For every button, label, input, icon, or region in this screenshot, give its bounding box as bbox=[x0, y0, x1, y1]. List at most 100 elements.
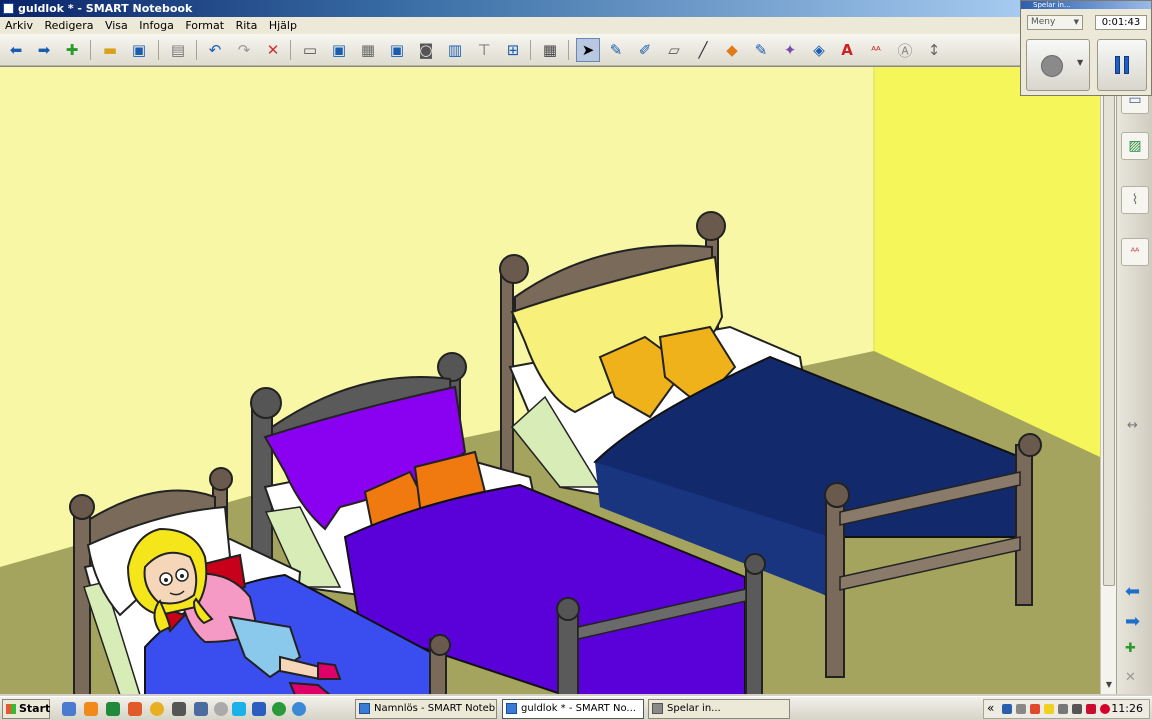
toolbar-divider bbox=[158, 40, 159, 60]
select-icon[interactable]: ➤ bbox=[576, 38, 600, 62]
tray-icon[interactable] bbox=[1002, 704, 1012, 714]
task-label: Spelar in... bbox=[667, 703, 721, 714]
table-icon[interactable]: ▦ bbox=[538, 38, 562, 62]
quicktime-icon[interactable] bbox=[194, 702, 208, 716]
task-recorder[interactable]: Spelar in... bbox=[648, 699, 790, 719]
screen-view-icon[interactable]: ▣ bbox=[385, 38, 409, 62]
back-icon[interactable]: ⬅ bbox=[4, 38, 28, 62]
double-arrow-icon[interactable]: ↔ bbox=[1127, 418, 1138, 433]
scroll-down-icon[interactable]: ▼ bbox=[1103, 680, 1115, 690]
toolbar: ⬅ ➡ ✚ ▬ ▣ ▤ ↶ ↷ ✕ ▭ ▣ ▦ ▣ ◙ ▥ ⊤ ⊞ ▦ ➤ ✎ … bbox=[0, 34, 1020, 66]
recorder-menu-dropdown[interactable]: Meny ▼ bbox=[1027, 15, 1083, 30]
redo-icon[interactable]: ↷ bbox=[232, 38, 256, 62]
notepad-icon[interactable] bbox=[172, 702, 186, 716]
windows-logo-icon bbox=[6, 704, 16, 714]
side-tab-bar: ▭ ▨ ⌇ ᴬᴬ ↔ ⬅ ➡ ✚ ✕ bbox=[1116, 66, 1152, 694]
next-page-icon[interactable]: ➡ bbox=[1125, 611, 1140, 632]
recorder-window: Spelar in... Meny ▼ 0:01:43 ▼ bbox=[1020, 0, 1152, 96]
recorder-menu-label: Meny bbox=[1031, 17, 1056, 27]
eraser-icon[interactable]: ▱ bbox=[662, 38, 686, 62]
tray-icon[interactable] bbox=[1086, 704, 1096, 714]
toolbar-divider bbox=[90, 40, 91, 60]
measurement-tools-icon[interactable]: ⊤ bbox=[472, 38, 496, 62]
text-color-icon[interactable]: ◈ bbox=[807, 38, 831, 62]
menu-format[interactable]: Format bbox=[185, 19, 224, 32]
tray-collapse-button[interactable]: « bbox=[987, 701, 994, 715]
taskbar: Start Namnlös - SMART Noteb... guldlok *… bbox=[0, 696, 1152, 720]
toolbar-divider bbox=[530, 40, 531, 60]
record-button[interactable]: ▼ bbox=[1026, 39, 1090, 91]
move-toolbar-icon[interactable]: ↕ bbox=[922, 38, 946, 62]
text-icon[interactable]: A bbox=[835, 38, 859, 62]
notebook-icon bbox=[506, 703, 517, 714]
internet-explorer-icon[interactable] bbox=[292, 702, 306, 716]
vlc-icon[interactable] bbox=[84, 702, 98, 716]
open-icon[interactable]: ▬ bbox=[98, 38, 122, 62]
screen-shade-icon[interactable]: ▭ bbox=[298, 38, 322, 62]
previous-page-icon[interactable]: ⬅ bbox=[1125, 581, 1140, 602]
powerpoint-icon[interactable] bbox=[128, 702, 142, 716]
tray-icon[interactable] bbox=[1044, 704, 1054, 714]
menu-rita[interactable]: Rita bbox=[236, 19, 258, 32]
volume-icon[interactable] bbox=[1072, 704, 1082, 714]
transparent-background-icon[interactable]: ▦ bbox=[356, 38, 380, 62]
recorder-icon bbox=[652, 703, 663, 714]
quicklaunch-icon[interactable] bbox=[62, 702, 76, 716]
tray-icon[interactable] bbox=[1016, 704, 1026, 714]
shapes-icon[interactable]: ◆ bbox=[720, 38, 744, 62]
magic-pen-icon[interactable]: ✎ bbox=[749, 38, 773, 62]
menu-infoga[interactable]: Infoga bbox=[139, 19, 174, 32]
tray-icon[interactable] bbox=[1100, 704, 1110, 714]
start-button[interactable]: Start bbox=[2, 699, 50, 719]
document-camera-icon[interactable]: ▥ bbox=[443, 38, 467, 62]
more-icon[interactable]: Ⓐ bbox=[893, 38, 917, 62]
delete-icon[interactable]: ✕ bbox=[261, 38, 285, 62]
paste-icon[interactable]: ▤ bbox=[166, 38, 190, 62]
pause-icon bbox=[1115, 56, 1120, 74]
skype-icon[interactable] bbox=[232, 702, 246, 716]
vertical-scrollbar[interactable]: ▲ ▼ bbox=[1100, 66, 1116, 694]
title-bar: guldlok * - SMART Notebook bbox=[0, 0, 1020, 17]
scroll-thumb[interactable] bbox=[1103, 90, 1115, 586]
whiteboard-canvas[interactable] bbox=[0, 66, 1116, 694]
undo-icon[interactable]: ↶ bbox=[203, 38, 227, 62]
app-icon bbox=[3, 3, 14, 14]
menu-arkiv[interactable]: Arkiv bbox=[5, 19, 33, 32]
add-page-icon[interactable]: ✚ bbox=[60, 38, 84, 62]
capture-icon[interactable]: ◙ bbox=[414, 38, 438, 62]
task-namnlos[interactable]: Namnlös - SMART Noteb... bbox=[355, 699, 497, 719]
chrome-icon[interactable] bbox=[272, 702, 286, 716]
full-screen-icon[interactable]: ▣ bbox=[327, 38, 351, 62]
record-options-chevron-icon[interactable]: ▼ bbox=[1077, 58, 1083, 67]
pause-button[interactable] bbox=[1097, 39, 1147, 91]
add-page-side-icon[interactable]: ✚ bbox=[1125, 641, 1136, 656]
properties-tab-icon[interactable]: ᴬᴬ bbox=[1121, 238, 1149, 266]
fill-icon[interactable]: ✦ bbox=[778, 38, 802, 62]
properties-icon[interactable]: ⊞ bbox=[501, 38, 525, 62]
tray-icon[interactable] bbox=[1058, 704, 1068, 714]
creative-pen-icon[interactable]: ✐ bbox=[633, 38, 657, 62]
task-guldlok[interactable]: guldlok * - SMART No... bbox=[502, 699, 644, 719]
notebook-icon bbox=[359, 703, 370, 714]
menu-redigera[interactable]: Redigera bbox=[44, 19, 93, 32]
picasa-icon[interactable] bbox=[150, 702, 164, 716]
pen-icon[interactable]: ✎ bbox=[604, 38, 628, 62]
recorder-title: Spelar in... bbox=[1021, 1, 1151, 9]
attachments-icon[interactable]: ⌇ bbox=[1121, 186, 1149, 214]
toolbar-divider bbox=[290, 40, 291, 60]
excel-icon[interactable] bbox=[106, 702, 120, 716]
menu-hjalp[interactable]: Hjälp bbox=[269, 19, 297, 32]
forward-icon[interactable]: ➡ bbox=[32, 38, 56, 62]
start-label: Start bbox=[19, 702, 51, 715]
line-icon[interactable]: ╱ bbox=[691, 38, 715, 62]
menu-visa[interactable]: Visa bbox=[105, 19, 128, 32]
media-player-icon[interactable] bbox=[214, 702, 228, 716]
delete-page-icon[interactable]: ✕ bbox=[1125, 670, 1136, 685]
recognition-icon[interactable]: ᴬᴬ bbox=[864, 38, 888, 62]
tray-icon[interactable] bbox=[1030, 704, 1040, 714]
save-icon[interactable]: ▣ bbox=[127, 38, 151, 62]
goldilocks-scene bbox=[0, 67, 1116, 694]
menu-bar: Arkiv Redigera Visa Infoga Format Rita H… bbox=[0, 17, 1020, 34]
word-icon[interactable] bbox=[252, 702, 266, 716]
gallery-icon[interactable]: ▨ bbox=[1121, 132, 1149, 160]
